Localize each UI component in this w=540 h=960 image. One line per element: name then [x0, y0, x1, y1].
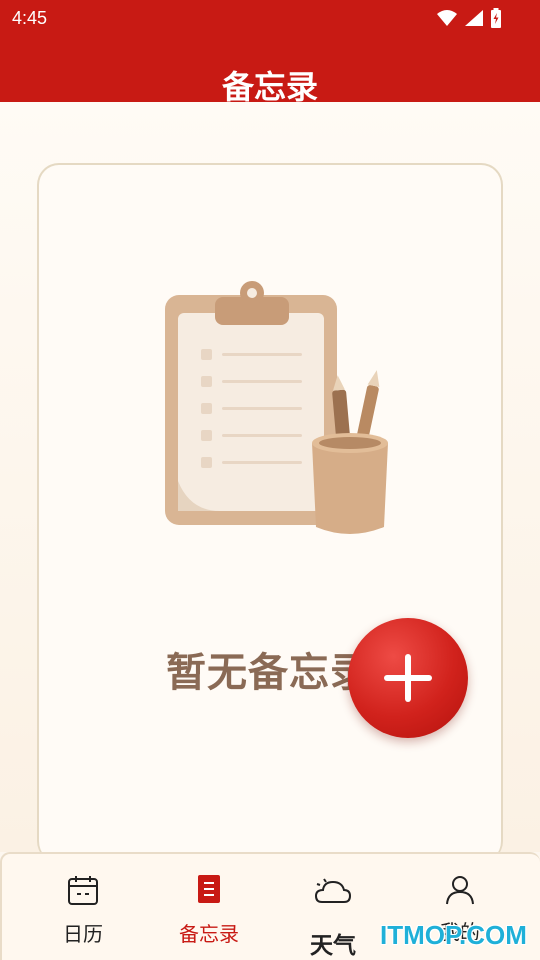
- nav-item-memo[interactable]: 备忘录: [144, 854, 274, 960]
- add-memo-button[interactable]: [348, 618, 468, 738]
- status-bar: 4:45: [0, 0, 540, 38]
- nav-item-weather[interactable]: 天气: [268, 854, 398, 960]
- nav-label-calendar: 日历: [63, 922, 103, 946]
- status-time: 4:45: [12, 8, 48, 28]
- nav-label-memo: 备忘录: [179, 922, 239, 946]
- status-icons: [436, 7, 502, 29]
- nav-label-weather: 天气: [310, 933, 356, 959]
- calendar-icon: [68, 876, 98, 905]
- battery-icon: [491, 8, 501, 28]
- plus-icon: [384, 654, 432, 702]
- page-title: 备忘录: [221, 68, 318, 102]
- empty-clipboard-illustration: [165, 281, 388, 534]
- signal-icon: [465, 10, 483, 26]
- app-header: 备忘录: [0, 38, 540, 102]
- memo-icon: [198, 875, 220, 903]
- watermark: ITMOP.COM: [380, 920, 527, 950]
- empty-state-text: 暂无备忘录: [166, 650, 371, 696]
- nav-item-calendar[interactable]: 日历: [18, 854, 148, 960]
- user-icon: [446, 876, 474, 905]
- wifi-icon: [437, 10, 457, 26]
- weather-icon: [314, 878, 352, 903]
